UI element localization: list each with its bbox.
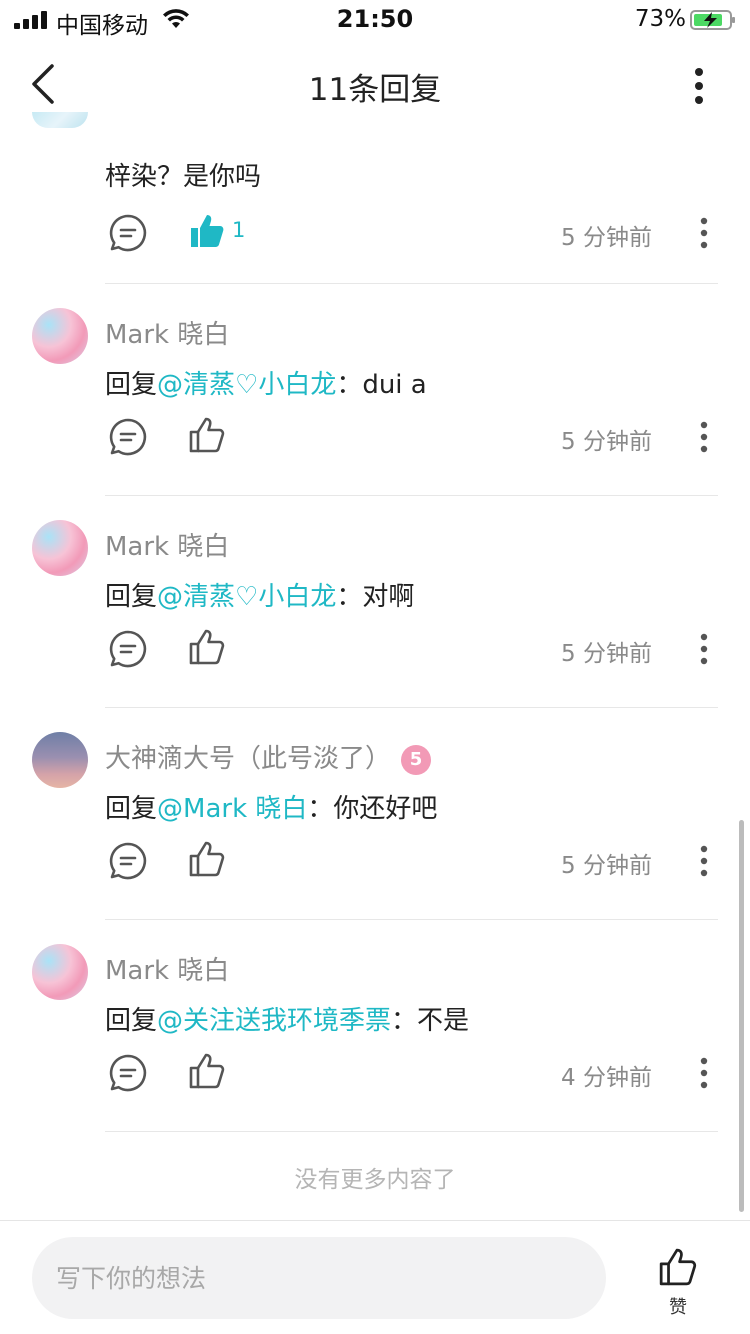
comment-content: 回复@Mark 晓白：你还好吧 xyxy=(105,788,437,825)
like-count: 1 xyxy=(232,218,246,242)
like-label: 赞 xyxy=(669,1297,687,1318)
action-row: 1 5 分钟前 xyxy=(105,204,718,260)
divider xyxy=(105,1131,718,1132)
mention-link[interactable]: @清蒸♡小白龙 xyxy=(157,582,336,612)
comment-text: ：对啊 xyxy=(336,582,415,612)
avatar[interactable] xyxy=(32,112,88,128)
list-item: Mark 晓白 回复@清蒸♡小白龙：对啊 5 分钟前 xyxy=(0,496,750,708)
timestamp: 5 分钟前 xyxy=(561,641,652,667)
thumbs-up-icon[interactable] xyxy=(188,840,226,878)
comment-bubble-icon[interactable] xyxy=(109,1054,147,1092)
timestamp: 4 分钟前 xyxy=(561,1065,652,1091)
more-vertical-icon[interactable] xyxy=(700,844,708,878)
comment-bubble-icon[interactable] xyxy=(109,214,147,252)
timestamp: 5 分钟前 xyxy=(561,853,652,879)
avatar[interactable] xyxy=(32,308,88,364)
list-item: 梓染？是你吗 1 5 分钟前 xyxy=(0,28,750,284)
more-vertical-icon[interactable] xyxy=(700,216,708,250)
comment-text: ：不是 xyxy=(391,1006,470,1036)
username[interactable]: Mark 晓白 xyxy=(105,526,229,563)
comment-bubble-icon[interactable] xyxy=(109,418,147,456)
username[interactable]: 大神滴大号（此号淡了） 5 xyxy=(105,738,432,775)
battery-charging-icon xyxy=(690,10,735,30)
avatar[interactable] xyxy=(32,732,88,788)
level-badge: 5 xyxy=(401,745,432,775)
comment-text: ：你还好吧 xyxy=(307,794,438,824)
bottom-bar: 赞 xyxy=(0,1220,750,1334)
thumbs-up-icon[interactable] xyxy=(188,416,226,454)
action-row: 4 分钟前 xyxy=(105,1044,718,1100)
comment-content: 梓染？是你吗 xyxy=(105,162,262,192)
thumbs-up-icon[interactable] xyxy=(658,1247,698,1287)
reply-prefix: 回复 xyxy=(105,582,158,612)
comment-bubble-icon[interactable] xyxy=(109,842,147,880)
scrollbar[interactable] xyxy=(739,820,744,1212)
thumbs-up-icon[interactable] xyxy=(188,1052,226,1090)
action-row: 5 分钟前 xyxy=(105,408,718,464)
timestamp: 5 分钟前 xyxy=(561,225,652,251)
action-row: 5 分钟前 xyxy=(105,832,718,888)
comment-text: ：dui a xyxy=(336,370,427,400)
username[interactable]: Mark 晓白 xyxy=(105,950,229,987)
action-row: 5 分钟前 xyxy=(105,620,718,676)
avatar[interactable] xyxy=(32,520,88,576)
mention-link[interactable]: @清蒸♡小白龙 xyxy=(157,370,336,400)
comment-bubble-icon[interactable] xyxy=(109,630,147,668)
more-vertical-icon[interactable] xyxy=(700,420,708,454)
reply-prefix: 回复 xyxy=(105,1006,158,1036)
username-text[interactable]: 大神滴大号（此号淡了） xyxy=(105,744,391,774)
thumbs-up-icon[interactable] xyxy=(188,628,226,666)
comment-content: 回复@清蒸♡小白龙：dui a xyxy=(105,364,427,401)
list-item: Mark 晓白 回复@清蒸♡小白龙：dui a 5 分钟前 xyxy=(0,284,750,496)
username[interactable]: Mark 晓白 xyxy=(105,314,229,351)
list-item: 大神滴大号（此号淡了） 5 回复@Mark 晓白：你还好吧 5 分钟前 xyxy=(0,708,750,920)
reply-prefix: 回复 xyxy=(105,794,158,824)
thumbs-up-filled-icon[interactable] xyxy=(188,212,226,250)
list-item: Mark 晓白 回复@关注送我环境季票：不是 4 分钟前 xyxy=(0,920,750,1132)
like-button[interactable]: 赞 xyxy=(650,1245,706,1325)
reply-input[interactable] xyxy=(32,1237,606,1319)
more-vertical-icon[interactable] xyxy=(700,632,708,666)
mention-link[interactable]: @Mark 晓白 xyxy=(157,794,307,824)
mention-link[interactable]: @关注送我环境季票 xyxy=(157,1006,391,1036)
avatar[interactable] xyxy=(32,944,88,1000)
comment-content: 回复@关注送我环境季票：不是 xyxy=(105,1000,469,1037)
end-of-list-text: 没有更多内容了 xyxy=(294,1167,456,1193)
reply-prefix: 回复 xyxy=(105,370,158,400)
comment-content: 回复@清蒸♡小白龙：对啊 xyxy=(105,576,414,613)
more-vertical-icon[interactable] xyxy=(700,1056,708,1090)
timestamp: 5 分钟前 xyxy=(561,429,652,455)
